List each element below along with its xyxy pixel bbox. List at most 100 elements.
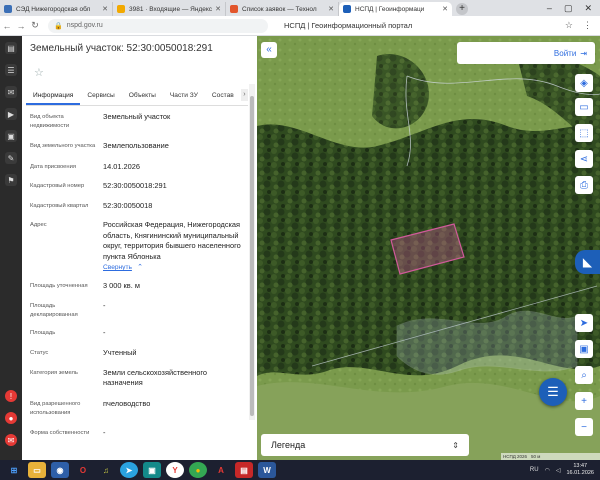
reload-icon[interactable]: ↻ bbox=[28, 20, 42, 31]
print-icon[interactable]: ⎙ bbox=[575, 176, 593, 194]
start-icon[interactable]: ⊞ bbox=[5, 462, 23, 478]
volume-icon[interactable]: ◁ bbox=[556, 467, 561, 474]
app-icon-teal[interactable]: ▣ bbox=[143, 462, 161, 478]
sidebar-app-7-icon[interactable]: ⚑ bbox=[5, 174, 17, 186]
address-bar: ← → ↻ 🔒 nspd.gov.ru НСПД | Геоинформацио… bbox=[0, 16, 600, 36]
attribute-label: Кадастровый номер bbox=[30, 183, 85, 189]
share-icon[interactable]: ⋖ bbox=[575, 150, 593, 168]
tab-objects[interactable]: Объекты bbox=[122, 89, 163, 105]
attribute-row: Дата присвоения 14.01.2026 bbox=[30, 162, 250, 173]
attribution-text: НСПД 2026 bbox=[503, 454, 528, 459]
browser-tab-sed[interactable]: СЭД Нижегородская обл ✕ bbox=[0, 2, 113, 16]
menu-icon[interactable]: ⋮ bbox=[583, 20, 592, 31]
tab-services[interactable]: Сервисы bbox=[80, 89, 121, 105]
legend-label: Легенда bbox=[271, 440, 306, 450]
clock[interactable]: 13:47 16.01.2026 bbox=[566, 463, 594, 477]
attribute-row: Вид разрешенного использования пчеловодс… bbox=[30, 399, 250, 418]
panel-scrollbar-thumb[interactable] bbox=[250, 96, 254, 416]
legend-dropdown[interactable]: Легенда ⇕ bbox=[261, 434, 469, 456]
tabs-scroll-right-icon[interactable]: › bbox=[240, 89, 248, 101]
attribute-list: Вид объекта недвижимости Земельный участ… bbox=[30, 112, 250, 445]
favorite-star-icon[interactable]: ☆ bbox=[34, 66, 44, 79]
browser-tab-requests[interactable]: Список заявок — Технол ✕ bbox=[226, 2, 339, 16]
attribute-label: Кадастровый квартал bbox=[30, 202, 89, 209]
maximize-icon[interactable]: ▢ bbox=[564, 3, 573, 14]
close-tab-icon[interactable]: ✕ bbox=[439, 5, 448, 13]
attribute-value: Земли сельскохозяйственного назначения bbox=[103, 367, 208, 388]
attribute-value: - bbox=[103, 327, 106, 337]
sidebar-mail-icon[interactable]: ✉ bbox=[5, 434, 17, 446]
attribute-row: Статус Учтенный bbox=[30, 348, 250, 359]
sidebar-app-5-icon[interactable]: ▣ bbox=[5, 130, 17, 142]
attribute-label: Вид земельного участка bbox=[30, 143, 96, 149]
clock-date: 16.01.2026 bbox=[566, 470, 594, 476]
sidebar-alert-icon[interactable]: ● bbox=[5, 412, 17, 424]
close-tab-icon[interactable]: ✕ bbox=[212, 5, 221, 13]
sidebar-app-2-icon[interactable]: ☰ bbox=[5, 64, 17, 76]
file-explorer-icon[interactable]: ▭ bbox=[28, 462, 46, 478]
attribute-row: Площадь уточненная 3 000 кв. м bbox=[30, 281, 250, 292]
forward-icon[interactable]: → bbox=[14, 21, 28, 31]
tab-composition[interactable]: Состав bbox=[205, 89, 241, 105]
panel-tabs: Информация Сервисы Объекты Части ЗУ Сост… bbox=[26, 89, 248, 106]
nspd-favicon-icon bbox=[343, 5, 351, 13]
back-icon[interactable]: ← bbox=[0, 21, 14, 31]
locate-icon[interactable]: ➤ bbox=[575, 314, 593, 332]
attribute-label: Адрес bbox=[30, 222, 47, 228]
chat-menu-icon[interactable]: ☰ bbox=[539, 378, 567, 406]
map-view[interactable]: « Войти ⇥ ◈ ▭ ⬚ ⋖ ⎙ ◣ ➤ ▣ ⌕ + − ☰ Легенд… bbox=[257, 36, 600, 460]
yandex-browser-icon[interactable]: Y bbox=[166, 462, 184, 478]
zoom-in-icon[interactable]: + bbox=[575, 392, 593, 410]
word-icon[interactable]: W bbox=[258, 462, 276, 478]
music-icon[interactable]: ♫ bbox=[97, 462, 115, 478]
attribute-value: 14.01.2026 bbox=[103, 161, 140, 171]
screen-icon[interactable]: ▣ bbox=[575, 340, 593, 358]
page-title: НСПД | Геоинформационный портал bbox=[284, 21, 413, 30]
browser-tab-mail[interactable]: 3981 · Входящие — Яндекс ✕ bbox=[113, 2, 226, 16]
sidebar-app-4-icon[interactable]: ▶ bbox=[5, 108, 17, 120]
select-area-icon[interactable]: ⬚ bbox=[575, 124, 593, 142]
tab-parts[interactable]: Части ЗУ bbox=[163, 89, 205, 105]
url-field[interactable]: 🔒 nspd.gov.ru bbox=[48, 18, 268, 33]
geoportal-logo-icon[interactable]: ◣ bbox=[575, 250, 600, 274]
close-window-icon[interactable]: ✕ bbox=[584, 3, 592, 14]
close-tab-icon[interactable]: ✕ bbox=[325, 5, 334, 13]
close-tab-icon[interactable]: ✕ bbox=[99, 5, 108, 13]
sidebar-notify-icon[interactable]: ! bbox=[5, 390, 17, 402]
attribute-row: Форма собственности - bbox=[30, 428, 250, 439]
opera-icon[interactable]: O bbox=[74, 462, 92, 478]
attribute-value: пчеловодство bbox=[103, 398, 151, 408]
chevron-up-icon[interactable]: ⌃ bbox=[137, 264, 143, 271]
collapse-address-link[interactable]: Свернуть bbox=[103, 264, 132, 271]
ruler-icon[interactable]: ▭ bbox=[575, 98, 593, 116]
new-tab-button[interactable]: + bbox=[456, 3, 468, 15]
attribute-row: Площадь - bbox=[30, 328, 250, 339]
login-button[interactable]: Войти ⇥ bbox=[457, 42, 595, 64]
sidebar-app-1-icon[interactable]: ▤ bbox=[5, 42, 17, 54]
chrome-icon[interactable]: ● bbox=[189, 462, 207, 478]
language-indicator[interactable]: RU bbox=[530, 467, 539, 473]
telegram-icon[interactable]: ➤ bbox=[120, 462, 138, 478]
attribute-label: Форма собственности bbox=[30, 429, 90, 436]
app-icon-red[interactable]: ▤ bbox=[235, 462, 253, 478]
app-icon-blue[interactable]: ◉ bbox=[51, 462, 69, 478]
login-label: Войти bbox=[553, 48, 577, 58]
search-map-icon[interactable]: ⌕ bbox=[575, 366, 593, 384]
tab-information[interactable]: Информация bbox=[26, 89, 81, 105]
sidebar-app-6-icon[interactable]: ✎ bbox=[5, 152, 17, 164]
network-icon[interactable]: ◠ bbox=[545, 467, 550, 474]
browser-tab-nspd[interactable]: НСПД | Геоинформаци ✕ bbox=[339, 2, 452, 16]
sidebar-app-3-icon[interactable]: ✉ bbox=[5, 86, 17, 98]
minimize-icon[interactable]: – bbox=[547, 3, 552, 13]
layers-icon[interactable]: ◈ bbox=[575, 74, 593, 92]
attribute-row: Категория земель Земли сельскохозяйствен… bbox=[30, 368, 250, 389]
collapse-panel-icon[interactable]: « bbox=[261, 42, 277, 58]
pdf-icon[interactable]: A bbox=[212, 462, 230, 478]
clock-time: 13:47 bbox=[573, 463, 588, 469]
zoom-out-icon[interactable]: − bbox=[575, 418, 593, 436]
bookmark-icon[interactable]: ☆ bbox=[565, 20, 573, 31]
attribute-label: Вид объекта недвижимости bbox=[30, 114, 70, 129]
attribute-row: Вид земельного участка Землепользование bbox=[30, 141, 250, 152]
info-panel: Земельный участок: 52:30:0050018:291 ☆ И… bbox=[22, 36, 257, 460]
panel-title: Земельный участок: 52:30:0050018:291 bbox=[30, 43, 213, 54]
